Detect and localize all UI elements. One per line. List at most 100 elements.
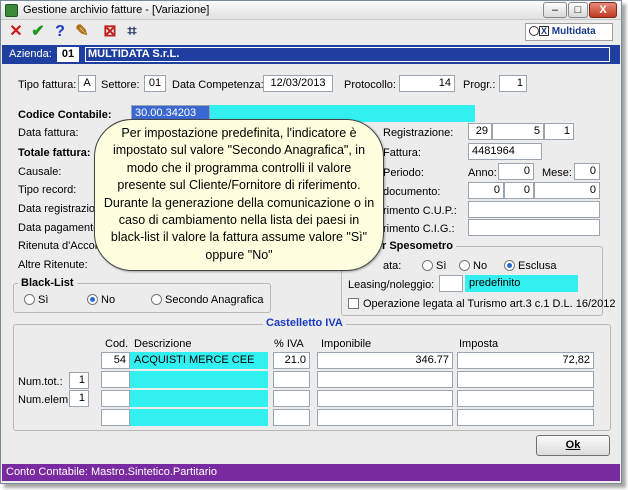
castelletto-title: Castelletto IVA <box>263 317 346 329</box>
data-competenza-label: Data Competenza: <box>172 79 264 91</box>
row-imponibile[interactable]: 346.77 <box>317 352 453 369</box>
leasing-field[interactable] <box>439 275 463 292</box>
spesometro-esclusa-radio[interactable]: Esclusa <box>504 260 557 272</box>
fattura-label: Fattura: <box>383 147 421 159</box>
turismo-label: Operazione legata al Turismo art.3 c.1 D… <box>363 298 616 310</box>
radio-label: No <box>473 260 488 272</box>
turismo-checkbox[interactable]: Operazione legata al Turismo art.3 c.1 D… <box>348 298 616 310</box>
documento-field-2[interactable]: 0 <box>504 182 534 199</box>
blacklist-title: Black-List <box>18 277 77 289</box>
settore-label: Settore: <box>101 79 140 91</box>
spesometro-no-radio[interactable]: No <box>459 260 487 272</box>
header-imposta: Imposta <box>459 338 499 350</box>
toolbar: ✕ ✔ ? ✎ ⊠ ⌗ X Multidata <box>1 21 621 45</box>
tipo-fattura-label: Tipo fattura: <box>18 79 77 91</box>
row-iva[interactable]: 21.0 <box>273 352 310 369</box>
registrazione-day-field[interactable]: 29 <box>468 123 492 140</box>
radio-icon <box>24 294 35 305</box>
radio-selected-icon <box>504 260 515 271</box>
tipo-record-label: Tipo record: <box>18 184 77 196</box>
blacklist-secondo-anagrafica-radio[interactable]: Secondo Anagrafica <box>151 294 263 306</box>
blacklist-si-radio[interactable]: Sì <box>24 294 48 306</box>
status-bar: Conto Contabile: Mastro.Sintetico.Partit… <box>2 464 620 481</box>
azienda-code: 01 <box>57 47 79 62</box>
cig-field[interactable] <box>468 219 600 236</box>
cup-field[interactable] <box>468 201 600 218</box>
row-cod[interactable] <box>101 390 130 407</box>
registrazione-label: Registrazione: <box>383 127 454 139</box>
row-iva[interactable] <box>273 409 310 426</box>
mese-label: Mese: <box>542 167 572 179</box>
data-fattura-label: Data fattura: <box>18 127 79 139</box>
row-descrizione: ACQUISTI MERCE CEE <box>130 352 268 369</box>
help-icon[interactable]: ? <box>51 23 69 41</box>
binoculars-icon[interactable]: ⌗ <box>123 23 141 41</box>
documento-label: documento: <box>383 186 441 198</box>
spesometro-si-radio[interactable]: Sì <box>422 260 446 272</box>
settore-field[interactable]: 01 <box>144 75 166 92</box>
row-iva[interactable] <box>273 371 310 388</box>
row-imposta[interactable] <box>457 371 594 388</box>
row-descrizione <box>130 409 268 426</box>
periodo-label: Periodo: <box>383 167 424 179</box>
codice-contabile-label: Codice Contabile: <box>18 109 112 121</box>
close-button[interactable]: X <box>589 2 617 18</box>
checkbox-icon <box>348 298 359 309</box>
data-competenza-field[interactable]: 12/03/2013 <box>263 75 333 92</box>
radio-icon <box>422 260 433 271</box>
radio-selected-icon <box>87 294 98 305</box>
row-imponibile[interactable] <box>317 371 453 388</box>
radio-label: Esclusa <box>518 260 557 272</box>
tipo-fattura-field[interactable]: A <box>78 75 96 92</box>
spesometro-title: r Spesometro <box>379 240 456 252</box>
data-pagamento-label: Data pagamento <box>18 222 100 234</box>
confirm-icon[interactable]: ✔ <box>29 23 47 41</box>
row-cod[interactable] <box>101 409 130 426</box>
cancel-icon[interactable]: ✕ <box>7 23 25 41</box>
ok-button[interactable]: Ok <box>536 435 610 456</box>
row-imposta[interactable] <box>457 390 594 407</box>
row-descrizione <box>130 371 268 388</box>
totale-fattura-label: Totale fattura: <box>18 147 91 159</box>
row-imponibile[interactable] <box>317 409 453 426</box>
row-cod[interactable] <box>101 371 130 388</box>
azienda-name: MULTIDATA S.r.L. <box>85 47 610 62</box>
fattura-field[interactable]: 4481964 <box>468 143 542 160</box>
main-window: Gestione archivio fatture - [Variazione]… <box>0 0 622 484</box>
documento-field-3[interactable]: 0 <box>534 182 600 199</box>
circle-icon <box>529 26 539 37</box>
row-iva[interactable] <box>273 390 310 407</box>
tooltip-bubble: Per impostazione predefinita, l'indicato… <box>94 119 384 271</box>
header-cod: Cod. <box>105 338 129 350</box>
row-imponibile[interactable] <box>317 390 453 407</box>
row-cod[interactable]: 54 <box>101 352 130 369</box>
causale-label: Causale: <box>18 166 62 178</box>
cup-label: rimento C.U.P.: <box>383 205 457 217</box>
header-iva: % IVA <box>274 338 304 350</box>
row-imposta[interactable] <box>457 409 594 426</box>
radio-label: No <box>101 294 116 306</box>
documento-field-1[interactable]: 0 <box>468 182 504 199</box>
delete-icon[interactable]: ⊠ <box>101 23 119 41</box>
num-elem-label: Num.elem.: <box>18 394 75 406</box>
progr-label: Progr.: <box>463 79 496 91</box>
window-title: Gestione archivio fatture - [Variazione] <box>23 4 210 16</box>
protocollo-field[interactable]: 14 <box>399 75 455 92</box>
title-bar: Gestione archivio fatture - [Variazione]… <box>1 1 621 20</box>
row-imposta[interactable]: 72,82 <box>457 352 594 369</box>
num-tot-label: Num.tot.: <box>18 376 63 388</box>
maximize-button[interactable]: □ <box>568 2 588 18</box>
spesometro-row-label: ata: <box>383 260 402 272</box>
anno-label: Anno: <box>468 167 497 179</box>
registrazione-month-field[interactable]: 5 <box>492 123 544 140</box>
settings-icon[interactable]: ✎ <box>73 23 91 41</box>
anno-field[interactable]: 0 <box>498 163 534 180</box>
progr-field[interactable]: 1 <box>499 75 527 92</box>
radio-label: Sì <box>436 260 447 272</box>
radio-label: Secondo Anagrafica <box>165 294 264 306</box>
mese-field[interactable]: 0 <box>574 163 600 180</box>
blacklist-no-radio[interactable]: No <box>87 294 115 306</box>
minimize-button[interactable]: – <box>543 2 567 18</box>
brand-logo: X Multidata <box>525 23 613 41</box>
registrazione-num-field[interactable]: 1 <box>544 123 574 140</box>
